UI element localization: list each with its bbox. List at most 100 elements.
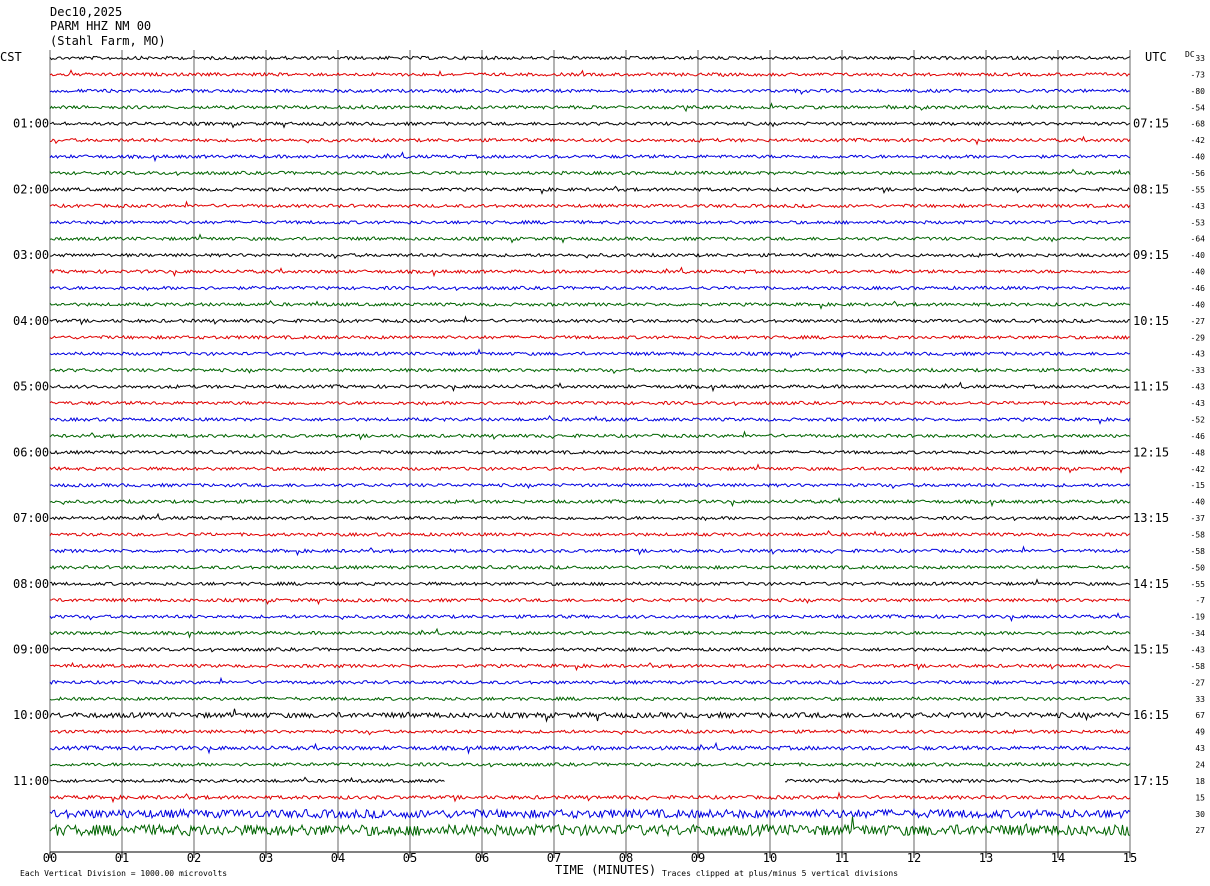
- trace-line-45: [49, 776, 1131, 784]
- trace-line-4: [49, 102, 1131, 113]
- trace-line-23: [49, 414, 1131, 425]
- dc-offset-label: -48: [1191, 448, 1206, 457]
- dc-offset-label: -42: [1191, 465, 1206, 474]
- dc-offset-label: -27: [1191, 678, 1206, 687]
- left-time-label: 10:00: [13, 708, 49, 722]
- dc-offset-label: -27: [1191, 317, 1206, 326]
- header-location: (Stahl Farm, MO): [50, 34, 166, 48]
- dc-offset-label: -55: [1191, 580, 1206, 589]
- trace-line-18: [49, 334, 1130, 341]
- dc-offset-label: -40: [1191, 268, 1206, 277]
- dc-offset-label: -46: [1191, 284, 1206, 293]
- trace-group: [49, 55, 1131, 838]
- x-tick-label: 01: [115, 851, 129, 865]
- dc-offset-label: 49: [1195, 728, 1205, 737]
- dc-offset-label: -40: [1191, 153, 1206, 162]
- left-time-label: 08:00: [13, 577, 49, 591]
- trace-line-15: [49, 285, 1131, 292]
- x-tick-label: 11: [835, 851, 849, 865]
- dc-offset-label: -50: [1191, 563, 1206, 572]
- trace-line-33: [49, 578, 1131, 587]
- trace-line-25: [49, 449, 1131, 456]
- right-time-label: 12:15: [1133, 445, 1169, 459]
- dc-header-label: DC: [1185, 50, 1195, 59]
- dc-offset-label: -29: [1191, 333, 1206, 342]
- dc-offset-label: -37: [1191, 514, 1206, 523]
- left-time-label: 06:00: [13, 445, 49, 459]
- trace-line-31: [49, 545, 1131, 557]
- trace-line-13: [50, 252, 1131, 260]
- trace-line-27: [49, 482, 1131, 490]
- dc-offset-label: 15: [1195, 793, 1205, 802]
- dc-offset-label: -43: [1191, 645, 1206, 654]
- dc-offset-label: -53: [1191, 218, 1206, 227]
- dc-offset-label: -40: [1191, 251, 1206, 260]
- trace-line-29: [49, 512, 1131, 522]
- trace-line-9: [49, 185, 1131, 195]
- dc-offset-label: 18: [1195, 777, 1205, 786]
- dc-offset-label: 24: [1195, 760, 1205, 769]
- right-time-label: 09:15: [1133, 248, 1169, 262]
- trace-line-2: [49, 69, 1131, 77]
- dc-offset-label: -19: [1191, 613, 1206, 622]
- x-tick-label: 04: [331, 851, 345, 865]
- x-tick-label: 09: [691, 851, 705, 865]
- x-axis-title: TIME (MINUTES): [555, 863, 656, 877]
- dc-offset-labels: 33 -73 -80 -54 -68 -42 -40 -56 -55 -43 -53 -64 -40 -4…: [1191, 54, 1206, 835]
- trace-line-48: [49, 816, 1131, 838]
- dc-offset-label: -43: [1191, 350, 1206, 359]
- trace-line-17: [49, 315, 1131, 326]
- dc-offset-label: -46: [1191, 432, 1206, 441]
- dc-offset-label: -54: [1191, 103, 1206, 112]
- left-time-labels: 01:00 02:00 03:00 04:00 05:00 06:00 07:00 08:00…: [13, 117, 49, 788]
- right-time-label: 07:15: [1133, 117, 1169, 131]
- right-time-label: 10:15: [1133, 314, 1169, 328]
- left-time-label: 01:00: [13, 117, 49, 131]
- dc-offset-label: -64: [1191, 235, 1206, 244]
- trace-line-42: [49, 728, 1131, 736]
- right-time-label: 11:15: [1133, 380, 1169, 394]
- x-tick-label: 03: [259, 851, 273, 865]
- trace-line-10: [49, 200, 1131, 209]
- dc-offset-label: -42: [1191, 136, 1206, 145]
- dc-offset-label: -58: [1191, 547, 1206, 556]
- x-tick-label: 05: [403, 851, 417, 865]
- trace-line-46: [49, 791, 1131, 804]
- header-station: PARM HHZ NM 00: [50, 19, 151, 33]
- trace-line-41: [49, 708, 1131, 723]
- left-time-label: 11:00: [13, 774, 49, 788]
- right-time-label: 08:15: [1133, 182, 1169, 196]
- trace-line-44: [49, 761, 1131, 768]
- trace-line-40: [49, 696, 1131, 702]
- right-time-labels: 07:15 08:15 09:15 10:15 11:15 12:15 13:15 14:15…: [1133, 117, 1169, 788]
- left-time-label: 09:00: [13, 642, 49, 656]
- dc-offset-label: 43: [1195, 744, 1205, 753]
- trace-line-16: [49, 299, 1131, 310]
- x-tick-label: 12: [907, 851, 921, 865]
- left-time-label: 07:00: [13, 511, 49, 525]
- dc-offset-label: -68: [1191, 120, 1206, 129]
- left-time-label: 03:00: [13, 248, 49, 262]
- trace-line-1: [49, 55, 1131, 61]
- trace-line-20: [49, 367, 1131, 375]
- dc-offset-label: -33: [1191, 366, 1206, 375]
- dc-offset-label: -58: [1191, 530, 1206, 539]
- right-time-label: 17:15: [1133, 774, 1169, 788]
- trace-line-34: [50, 597, 1131, 606]
- x-tick-label: 02: [187, 851, 201, 865]
- dc-offset-label: -43: [1191, 202, 1206, 211]
- x-tick-label: 06: [475, 851, 489, 865]
- trace-line-14: [49, 266, 1131, 278]
- left-time-label: 02:00: [13, 182, 49, 196]
- left-time-label: 05:00: [13, 380, 49, 394]
- x-tick-label: 00: [43, 851, 57, 865]
- dc-offset-label: 30: [1195, 810, 1205, 819]
- trace-line-38: [49, 661, 1131, 672]
- left-time-label: 04:00: [13, 314, 49, 328]
- right-time-label: 14:15: [1133, 577, 1169, 591]
- dc-offset-label: -80: [1191, 87, 1206, 96]
- trace-line-26: [49, 463, 1131, 474]
- trace-line-35: [49, 612, 1131, 623]
- dc-offset-label: -73: [1191, 70, 1206, 79]
- clip-note: Traces clipped at plus/minus 5 vertical …: [662, 869, 898, 878]
